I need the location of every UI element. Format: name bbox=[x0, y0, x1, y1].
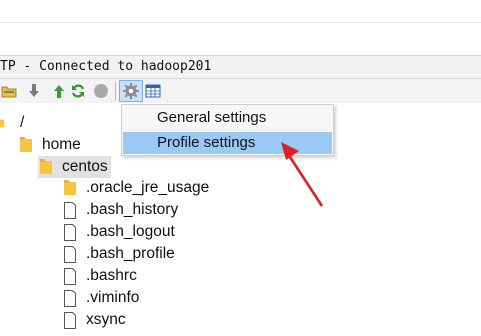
file-icon bbox=[64, 311, 76, 329]
tree-node-file[interactable]: xsync bbox=[64, 309, 126, 331]
refresh-icon[interactable] bbox=[70, 83, 86, 99]
tree-node-home[interactable]: home bbox=[20, 134, 81, 156]
tree-label-file: .bashrc bbox=[86, 267, 137, 284]
file-icon bbox=[64, 245, 76, 263]
session-title-bar: TP - Connected to hadoop201 bbox=[0, 55, 481, 79]
file-icon bbox=[64, 223, 76, 241]
tree-label-file: .viminfo bbox=[86, 289, 140, 306]
folder-icon bbox=[20, 137, 32, 152]
stop-icon[interactable] bbox=[93, 83, 109, 99]
tree-label-file: .bash_logout bbox=[86, 223, 175, 240]
download-icon[interactable] bbox=[26, 83, 42, 99]
table-view-icon[interactable] bbox=[145, 83, 161, 99]
toolbar bbox=[0, 79, 481, 103]
tree-node-file[interactable]: .viminfo bbox=[64, 287, 139, 309]
tree-label-file: xsync bbox=[86, 311, 126, 328]
folder-icon bbox=[0, 119, 5, 128]
file-icon bbox=[64, 201, 76, 219]
tree-label-centos: centos bbox=[62, 158, 108, 175]
folder-icon bbox=[64, 180, 76, 195]
file-icon bbox=[64, 289, 76, 307]
session-title: TP - Connected to hadoop201 bbox=[0, 59, 212, 74]
tree-node-root[interactable]: / bbox=[0, 112, 24, 134]
red-arrow-annotation bbox=[281, 142, 324, 207]
settings-icon[interactable] bbox=[123, 83, 139, 99]
upload-icon[interactable] bbox=[51, 83, 67, 99]
selected-row: centos bbox=[38, 156, 111, 178]
tree-label-file: .bash_profile bbox=[86, 245, 175, 262]
tree-node-file[interactable]: .bash_profile bbox=[64, 243, 175, 265]
file-icon bbox=[64, 267, 76, 285]
open-folder-icon[interactable] bbox=[1, 83, 17, 99]
tree-label-file: .bash_history bbox=[86, 201, 179, 218]
divider bbox=[0, 22, 481, 23]
tree-node-file[interactable]: .oracle_jre_usage bbox=[64, 177, 209, 199]
menu-item-general-settings[interactable]: General settings bbox=[123, 107, 332, 129]
toolbar-separator bbox=[115, 82, 116, 100]
tree-node-centos[interactable]: centos bbox=[38, 156, 111, 178]
tree-node-file[interactable]: .bash_logout bbox=[64, 221, 175, 243]
tree-node-file[interactable]: .bashrc bbox=[64, 265, 137, 287]
blank-area bbox=[0, 0, 481, 52]
tree-label-home: home bbox=[42, 136, 81, 153]
tree-label-root: / bbox=[20, 114, 25, 131]
folder-icon bbox=[40, 159, 52, 174]
tree-node-file[interactable]: .bash_history bbox=[64, 199, 178, 221]
tree-label-file: .oracle_jre_usage bbox=[86, 179, 210, 196]
